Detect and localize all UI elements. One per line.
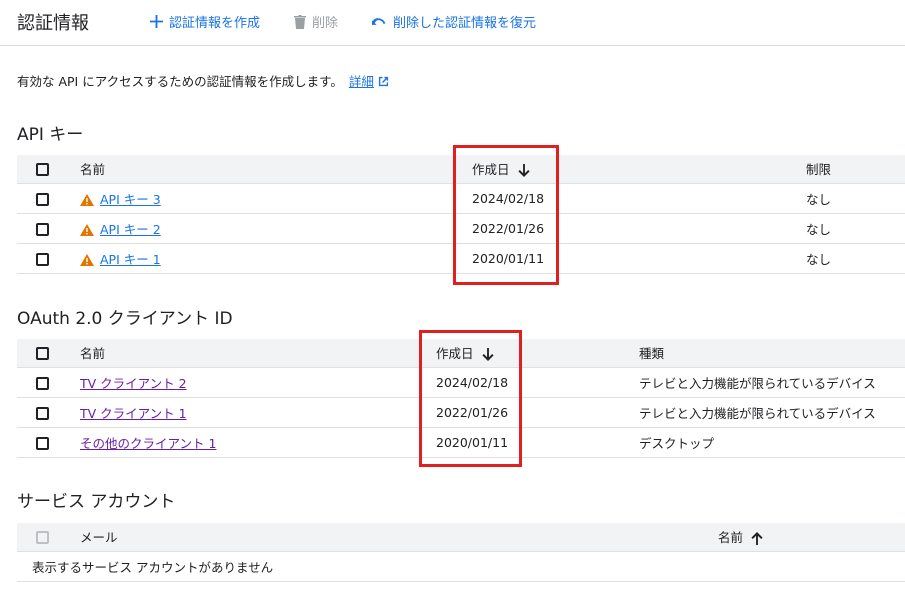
column-header-email: メール	[80, 523, 718, 552]
column-header-name[interactable]: 名前	[718, 523, 905, 552]
warning-icon	[80, 193, 94, 206]
client-type: デスクトップ	[639, 427, 905, 458]
oauth-clients-table: 名前 作成日 種類 TV クライアント 2 2024/02/18 テレビと入力機…	[17, 339, 905, 458]
created-header-label: 作成日	[472, 162, 510, 178]
trash-icon	[294, 14, 306, 29]
select-all-checkbox[interactable]	[36, 163, 49, 177]
arrow-down-icon	[517, 164, 530, 178]
api-keys-section-title: API キー	[17, 125, 84, 145]
empty-message: 表示するサービス アカウントがありません	[17, 551, 905, 582]
client-type: テレビと入力機能が限られているデバイス	[639, 397, 905, 428]
table-header-row: メール 名前	[17, 523, 905, 552]
arrow-down-icon	[481, 348, 494, 362]
name-header-label: 名前	[718, 530, 744, 546]
table-header-row: 名前 作成日 種類	[17, 339, 905, 368]
created-date: 2024/02/18	[472, 183, 806, 214]
table-header-row: 名前 作成日 制限	[17, 155, 905, 184]
table-row: API キー 3 2024/02/18 なし	[17, 183, 905, 214]
oauth-section-title: OAuth 2.0 クライアント ID	[17, 309, 233, 329]
delete-label: 削除	[312, 16, 339, 31]
table-row: TV クライアント 2 2024/02/18 テレビと入力機能が限られているデバ…	[17, 367, 905, 398]
toolbar: 認証情報 認証情報を作成 削除 削除した認証情報を復元	[0, 0, 905, 46]
delete-button[interactable]: 削除	[294, 12, 338, 31]
column-header-created[interactable]: 作成日	[436, 339, 639, 368]
restore-deleted-label: 削除した認証情報を復元	[393, 16, 537, 31]
intro-description: 有効な API にアクセスするための認証情報を作成します。	[17, 74, 343, 89]
page-title: 認証情報	[17, 13, 89, 34]
column-header-type: 種類	[639, 339, 905, 368]
select-all-checkbox[interactable]	[36, 531, 49, 545]
column-header-created[interactable]: 作成日	[472, 155, 806, 184]
table-row: API キー 2 2022/01/26 なし	[17, 213, 905, 244]
undo-icon	[372, 17, 386, 25]
learn-more-link[interactable]: 詳細	[349, 74, 374, 89]
row-checkbox[interactable]	[36, 406, 49, 420]
plus-icon	[150, 15, 163, 28]
created-date: 2024/02/18	[436, 367, 639, 398]
created-date: 2022/01/26	[472, 213, 806, 244]
created-date: 2022/01/26	[436, 397, 639, 428]
restrictions-value: なし	[806, 213, 905, 244]
created-date: 2020/01/11	[472, 243, 806, 274]
row-checkbox[interactable]	[36, 436, 49, 450]
api-key-link[interactable]: API キー 2	[100, 222, 161, 237]
learn-more-label: 詳細	[348, 74, 374, 89]
oauth-client-link[interactable]: その他のクライアント 1	[80, 436, 216, 451]
service-accounts-section-title: サービス アカウント	[17, 492, 176, 512]
intro-text: 有効な API にアクセスするための認証情報を作成します。 詳細	[17, 71, 389, 90]
restore-deleted-button[interactable]: 削除した認証情報を復元	[372, 12, 536, 31]
warning-icon	[80, 223, 94, 236]
arrow-up-icon	[751, 532, 763, 546]
restrictions-value: なし	[806, 183, 905, 214]
select-all-checkbox[interactable]	[36, 347, 49, 361]
external-link-icon	[378, 76, 388, 87]
column-header-name: 名前	[80, 155, 472, 184]
row-checkbox[interactable]	[36, 376, 49, 390]
client-type: テレビと入力機能が限られているデバイス	[639, 367, 905, 398]
empty-row: 表示するサービス アカウントがありません	[17, 551, 905, 582]
table-row: その他のクライアント 1 2020/01/11 デスクトップ	[17, 427, 905, 458]
create-credentials-button[interactable]: 認証情報を作成	[150, 12, 260, 31]
service-accounts-table: メール 名前 表示するサービス アカウントがありません	[17, 523, 905, 582]
oauth-client-link[interactable]: TV クライアント 1	[80, 406, 187, 421]
created-header-label: 作成日	[436, 346, 474, 362]
row-checkbox[interactable]	[36, 192, 49, 206]
table-row: API キー 1 2020/01/11 なし	[17, 243, 905, 274]
api-key-link[interactable]: API キー 3	[100, 192, 161, 207]
oauth-client-link[interactable]: TV クライアント 2	[80, 376, 187, 391]
column-header-name: 名前	[80, 339, 436, 368]
row-checkbox[interactable]	[36, 222, 49, 236]
api-keys-table: 名前 作成日 制限 API キー 3 2024/02/18 なし API キー …	[17, 155, 905, 274]
column-header-restrictions: 制限	[806, 155, 905, 184]
restrictions-value: なし	[806, 243, 905, 274]
row-checkbox[interactable]	[36, 252, 49, 266]
warning-icon	[80, 253, 94, 266]
api-key-link[interactable]: API キー 1	[100, 252, 161, 267]
created-date: 2020/01/11	[436, 427, 639, 458]
table-row: TV クライアント 1 2022/01/26 テレビと入力機能が限られているデバ…	[17, 397, 905, 428]
create-credentials-label: 認証情報を作成	[169, 16, 261, 31]
